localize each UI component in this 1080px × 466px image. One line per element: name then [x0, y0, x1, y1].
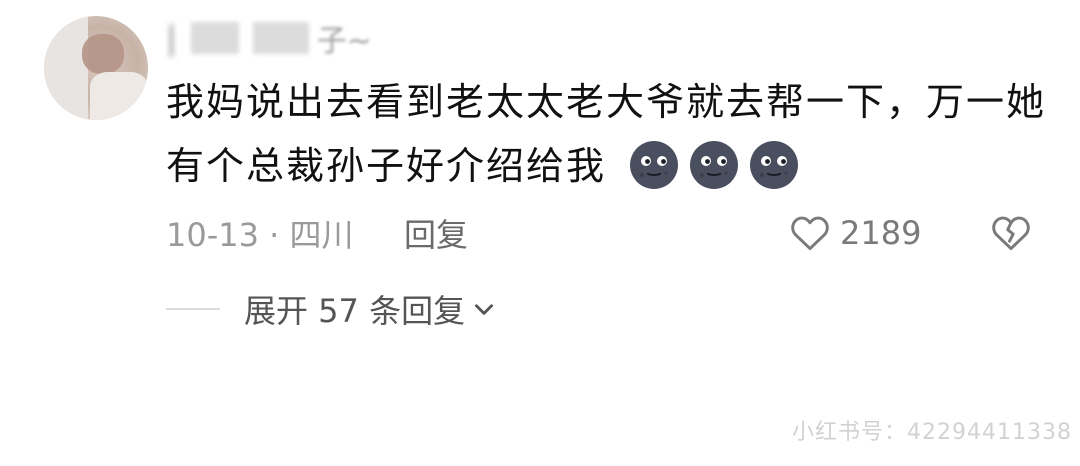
dark-moon-face-emoji [690, 140, 739, 189]
broken-heart-icon [992, 216, 1030, 251]
dark-moon-face-emoji [630, 140, 679, 189]
expand-replies-label: 展开 57 条回复 [244, 292, 466, 330]
username-tail: 子~ [316, 24, 372, 59]
comment-date-location: 10-13 · 四川 [166, 216, 354, 254]
dislike-button[interactable] [986, 208, 1036, 258]
reply-button[interactable]: 回复 [404, 208, 468, 258]
avatar[interactable] [44, 16, 148, 120]
comment-text: 我妈说出去看到老太太老大爷就去帮一下，万一她有个总裁孙子好介绍给我 [166, 70, 1046, 198]
avatar-face [82, 34, 124, 74]
comment-body: 我妈说出去看到老太太老大爷就去帮一下，万一她有个总裁孙子好介绍给我 [166, 80, 1047, 188]
username-censor-block [190, 22, 239, 54]
username-censor-block [252, 22, 309, 54]
expand-divider [166, 308, 220, 310]
username[interactable]: | 子~ [166, 18, 372, 59]
heart-outline-icon [791, 216, 829, 251]
chevron-down-icon [475, 304, 494, 315]
dark-moon-face-emoji [750, 140, 799, 189]
like-button[interactable]: 2189 [788, 208, 921, 258]
expand-replies-button[interactable]: 展开 57 条回复 [244, 284, 497, 334]
avatar-background [44, 16, 88, 120]
username-blurred-start: | [166, 19, 177, 57]
like-count: 2189 [840, 214, 922, 252]
emoji-row [620, 140, 800, 189]
avatar-body [90, 72, 148, 120]
watermark: 小红书号：422944113​38 [792, 420, 1072, 445]
